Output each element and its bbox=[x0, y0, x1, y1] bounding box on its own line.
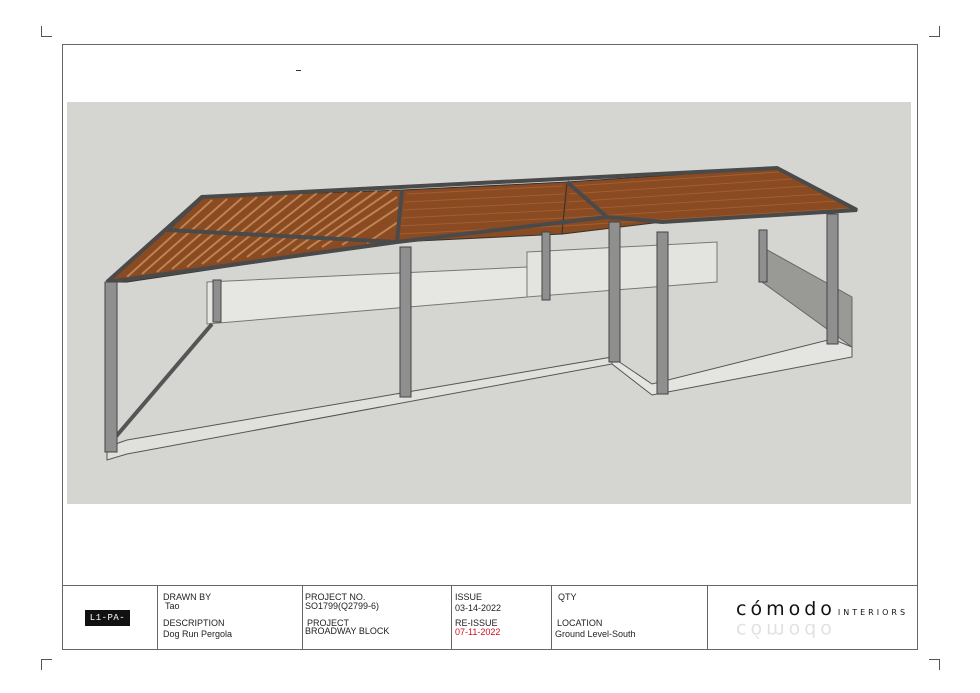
issue-label: ISSUE bbox=[455, 592, 483, 602]
logo-subtitle: INTERIORS bbox=[837, 608, 909, 617]
drawing-tick-mark bbox=[296, 70, 301, 71]
description-label: DESCRIPTION bbox=[163, 618, 225, 628]
post-back-far bbox=[758, 229, 768, 283]
post-front-left bbox=[104, 281, 118, 453]
post-back-middle bbox=[541, 231, 551, 301]
location-value: Ground Level-South bbox=[555, 629, 636, 639]
drawn-by-value: Tao bbox=[165, 601, 180, 611]
crop-mark-bottom-right bbox=[929, 659, 940, 670]
back-wall bbox=[206, 266, 528, 325]
floor-curb-left bbox=[106, 356, 613, 461]
qty-label: QTY bbox=[558, 592, 577, 602]
project-value: BROADWAY BLOCK bbox=[305, 626, 390, 636]
post-back-right bbox=[826, 213, 839, 345]
post-back-left bbox=[212, 279, 222, 323]
project-no-value: SO1799(Q2799-6) bbox=[305, 601, 380, 611]
sheet-number: L1-PA-01 bbox=[85, 610, 130, 639]
title-block-divider-5 bbox=[707, 585, 708, 650]
post-corner bbox=[656, 231, 669, 395]
title-block-top-rule bbox=[62, 585, 918, 586]
company-logo: cómodo INTERIORS bbox=[736, 598, 908, 620]
crop-mark-top-right bbox=[929, 26, 940, 37]
title-block-divider-1 bbox=[157, 585, 158, 650]
post-front-right bbox=[608, 221, 621, 363]
pergola-3d-render bbox=[67, 102, 911, 504]
logo-reflection: cómodo bbox=[736, 619, 836, 641]
crop-mark-top-left bbox=[41, 26, 52, 37]
title-block-divider-3 bbox=[451, 585, 452, 650]
description-value: Dog Run Pergola bbox=[163, 629, 233, 639]
pergola-illustration bbox=[104, 165, 859, 461]
post-front-middle bbox=[399, 246, 412, 398]
crop-mark-bottom-left bbox=[41, 659, 52, 670]
back-wall-right bbox=[526, 241, 718, 298]
reissue-value: 07-11-2022 bbox=[455, 627, 501, 637]
title-block-divider-2 bbox=[302, 585, 303, 650]
title-block-divider-4 bbox=[551, 585, 552, 650]
logo-wordmark: cómodo bbox=[736, 598, 836, 620]
location-label: LOCATION bbox=[557, 618, 603, 628]
floor-curb-right bbox=[611, 338, 853, 396]
issue-value: 03-14-2022 bbox=[455, 603, 502, 613]
